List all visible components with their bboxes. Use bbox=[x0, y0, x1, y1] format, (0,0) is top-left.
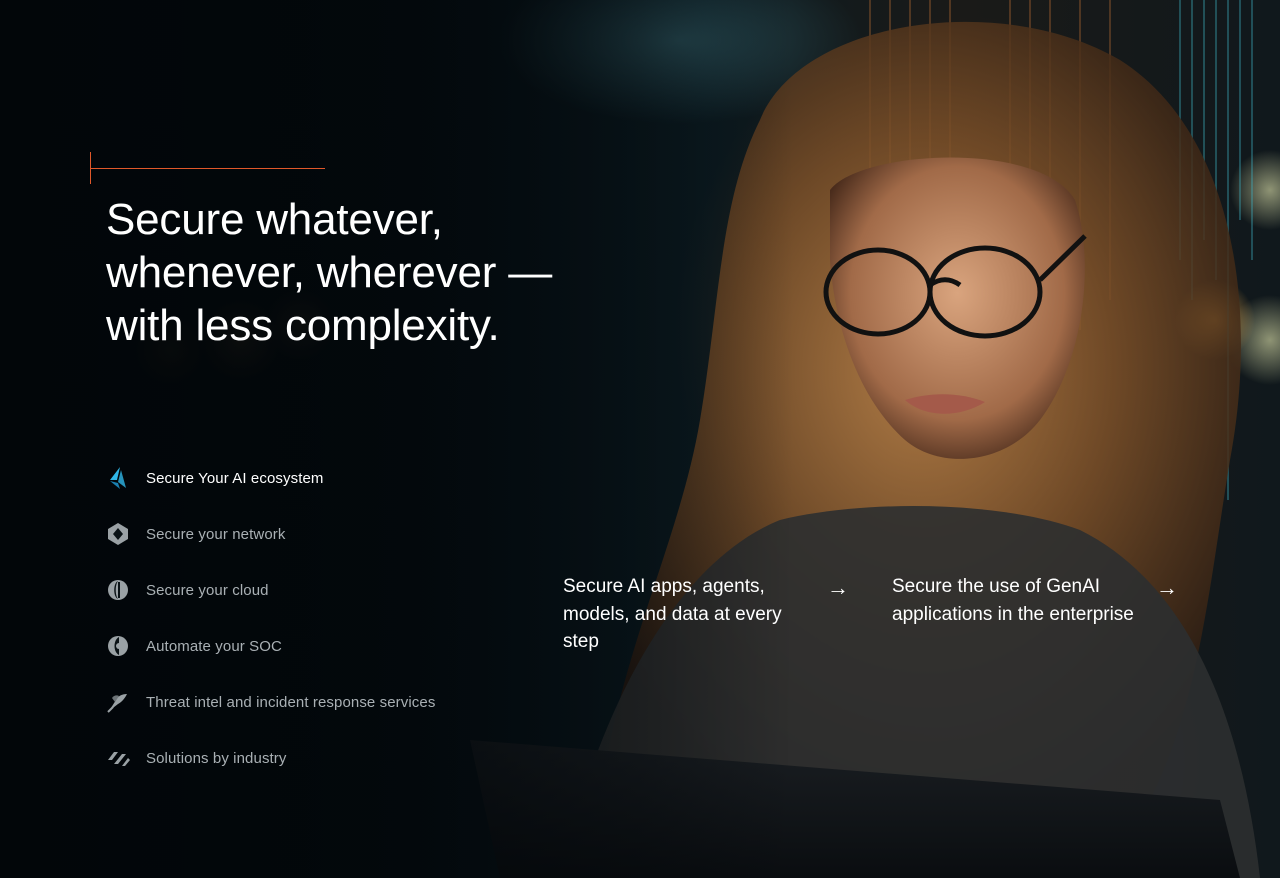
arrow-right-icon: → bbox=[1156, 575, 1178, 600]
solution-label: Secure your cloud bbox=[146, 581, 269, 599]
solution-item-threat-intel[interactable]: Threat intel and incident response servi… bbox=[106, 674, 526, 730]
solution-label: Threat intel and incident response servi… bbox=[146, 693, 436, 711]
solution-label: Secure your network bbox=[146, 525, 286, 543]
card-text: Secure AI apps, agents, models, and data… bbox=[563, 576, 782, 652]
solution-label: Secure Your AI ecosystem bbox=[146, 469, 324, 487]
cloud-icon bbox=[106, 578, 130, 602]
card-ai-apps[interactable]: Secure AI apps, agents, models, and data… bbox=[563, 573, 863, 656]
solution-item-network[interactable]: Secure your network bbox=[106, 506, 526, 562]
industry-icon bbox=[106, 746, 130, 770]
network-icon bbox=[106, 522, 130, 546]
threat-intel-icon bbox=[106, 690, 130, 714]
hero-section: Secure whatever, whenever, wherever — wi… bbox=[0, 0, 1280, 878]
accent-line bbox=[90, 168, 325, 169]
solution-label: Solutions by industry bbox=[146, 749, 287, 767]
soc-icon bbox=[106, 634, 130, 658]
hero-headline: Secure whatever, whenever, wherever — wi… bbox=[106, 195, 552, 350]
solution-item-industry[interactable]: Solutions by industry bbox=[106, 730, 526, 786]
arrow-right-icon: → bbox=[827, 575, 849, 600]
solutions-list: Secure Your AI ecosystem Secure your net… bbox=[106, 450, 526, 786]
solution-item-cloud[interactable]: Secure your cloud bbox=[106, 562, 526, 618]
solution-item-ai-ecosystem[interactable]: Secure Your AI ecosystem bbox=[106, 450, 526, 506]
solution-item-soc[interactable]: Automate your SOC bbox=[106, 618, 526, 674]
card-genai-use[interactable]: Secure the use of GenAI applications in … bbox=[892, 573, 1192, 628]
card-text: Secure the use of GenAI applications in … bbox=[892, 576, 1134, 625]
ai-ecosystem-icon bbox=[106, 466, 130, 490]
solution-label: Automate your SOC bbox=[146, 637, 282, 655]
